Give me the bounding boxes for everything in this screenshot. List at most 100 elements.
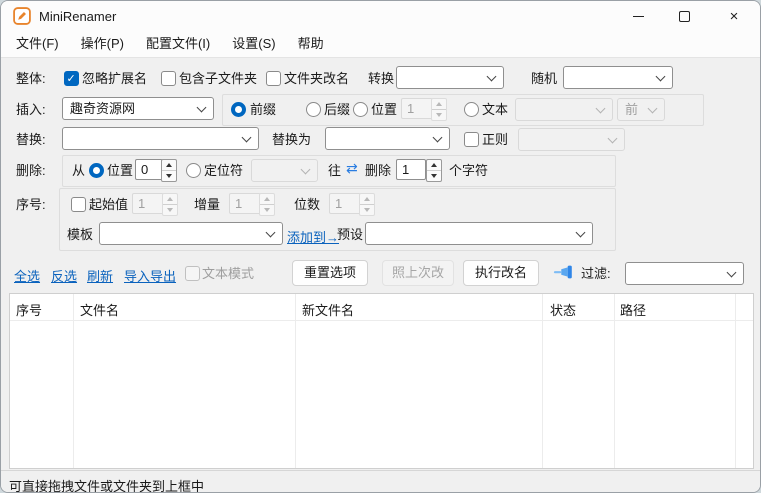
remove-anchor-radio[interactable] [186, 163, 201, 178]
maximize-button[interactable] [661, 1, 707, 31]
insert-side-combobox[interactable]: 前 [617, 98, 665, 121]
chevron-down-icon [648, 104, 658, 114]
suffix-radio[interactable] [306, 102, 321, 117]
column-header-index[interactable]: 序号 [16, 300, 42, 319]
spin-down-icon[interactable] [432, 110, 446, 120]
insert-position-input[interactable]: 1 [401, 98, 433, 119]
minimize-button[interactable] [615, 1, 661, 31]
statusbar: 可直接拖拽文件或文件夹到上框中 [1, 470, 760, 493]
column-header-path[interactable]: 路径 [620, 300, 646, 319]
insert-text-anchor-label: 文本 [482, 102, 508, 117]
insert-text-value: 趣奇资源网 [70, 101, 135, 116]
remove-count-spinner[interactable] [426, 159, 442, 182]
insert-position-radio[interactable] [353, 102, 368, 117]
suffix-label: 后缀 [324, 102, 350, 117]
increment-input[interactable]: 1 [229, 193, 261, 214]
reset-options-button[interactable]: 重置选项 [292, 260, 368, 286]
random-combobox[interactable] [563, 66, 673, 89]
maximize-icon [679, 11, 690, 22]
digits-spinner[interactable] [359, 193, 375, 216]
column-header-filename[interactable]: 文件名 [80, 300, 119, 319]
start-value-label: 起始值 [89, 197, 128, 212]
ignore-extension-checkbox[interactable] [64, 71, 79, 86]
spin-up-icon[interactable] [432, 99, 446, 110]
template-combobox[interactable] [99, 222, 283, 245]
serial-row-label: 序号: [16, 197, 46, 212]
remove-position-label: 位置 [107, 163, 133, 178]
include-subfolders-checkbox[interactable] [161, 71, 176, 86]
table-body-drop-area[interactable] [10, 321, 753, 468]
close-button[interactable]: × [707, 1, 761, 31]
replace-with-label: 替换为 [272, 132, 311, 147]
insert-position-spinner[interactable] [431, 98, 447, 121]
refresh-link[interactable]: 刷新 [87, 266, 113, 285]
insert-row-label: 插入: [16, 102, 46, 117]
regex-checkbox[interactable] [464, 132, 479, 147]
column-header-newname[interactable]: 新文件名 [302, 300, 354, 319]
convert-combobox[interactable] [396, 66, 504, 89]
random-label: 随机 [531, 71, 557, 86]
start-value-spinner[interactable] [162, 193, 178, 216]
import-export-link[interactable]: 导入导出 [124, 266, 176, 285]
digits-input[interactable]: 1 [329, 193, 361, 214]
remove-position-radio[interactable] [89, 163, 104, 178]
rename-folders-label: 文件夹改名 [284, 71, 349, 86]
filter-combobox[interactable] [625, 262, 744, 285]
column-header-status[interactable]: 状态 [550, 300, 576, 319]
remove-from-label: 从 [72, 163, 85, 178]
remove-chars-label: 个字符 [449, 163, 488, 178]
execute-rename-button[interactable]: 执行改名 [463, 260, 539, 286]
remove-position-spinner[interactable] [161, 159, 177, 182]
rename-folders-checkbox[interactable] [266, 71, 281, 86]
prefix-radio[interactable] [231, 102, 246, 117]
spin-down-icon[interactable] [360, 205, 374, 215]
invert-selection-link[interactable]: 反选 [51, 266, 77, 285]
spin-up-icon[interactable] [162, 160, 176, 171]
insert-anchor-combobox[interactable] [515, 98, 613, 121]
insert-text-combobox[interactable]: 趣奇资源网 [62, 97, 214, 120]
text-mode-label: 文本模式 [202, 266, 254, 281]
menu-help[interactable]: 帮助 [287, 31, 335, 57]
select-all-link[interactable]: 全选 [14, 266, 40, 285]
spin-up-icon[interactable] [260, 194, 274, 205]
spin-down-icon[interactable] [427, 171, 441, 181]
remove-anchor-combobox[interactable] [251, 159, 318, 182]
menu-file[interactable]: 文件(F) [5, 31, 70, 57]
increment-spinner[interactable] [259, 193, 275, 216]
direction-swap-icon[interactable]: ⇄ [346, 162, 358, 176]
menu-settings[interactable]: 设置(S) [221, 31, 286, 57]
spin-up-icon[interactable] [427, 160, 441, 171]
start-value-checkbox[interactable] [71, 197, 86, 212]
ignore-extension-label: 忽略扩展名 [82, 71, 147, 86]
spin-up-icon[interactable] [360, 194, 374, 205]
spin-down-icon[interactable] [162, 171, 176, 181]
chevron-down-icon [576, 228, 586, 238]
remove-anchor-label: 定位符 [204, 163, 243, 178]
replace-row-label: 替换: [16, 132, 46, 147]
titlebar: MiniRenamer × [1, 1, 760, 31]
app-window: MiniRenamer × 文件(F) 操作(P) 配置文件(I) 设置(S) … [0, 0, 761, 493]
replace-find-combobox[interactable] [62, 127, 259, 150]
digits-label: 位数 [294, 197, 320, 212]
remove-position-input[interactable]: 0 [135, 159, 163, 180]
menubar: 文件(F) 操作(P) 配置文件(I) 设置(S) 帮助 [5, 31, 758, 57]
pin-icon[interactable] [553, 264, 575, 282]
spin-down-icon[interactable] [163, 205, 177, 215]
chevron-down-icon [608, 134, 618, 144]
text-mode-checkbox[interactable] [185, 266, 200, 281]
replace-extra-combobox[interactable] [518, 128, 625, 151]
add-to-link[interactable]: 添加到→ [287, 227, 339, 246]
minimize-icon [633, 16, 644, 17]
spin-up-icon[interactable] [163, 194, 177, 205]
spin-down-icon[interactable] [260, 205, 274, 215]
remove-count-input[interactable]: 1 [396, 159, 426, 180]
menu-operate[interactable]: 操作(P) [70, 31, 135, 57]
file-table[interactable]: 序号 文件名 新文件名 状态 路径 [9, 293, 754, 469]
insert-text-anchor-radio[interactable] [464, 102, 479, 117]
menu-profile[interactable]: 配置文件(I) [135, 31, 221, 57]
start-value-input[interactable]: 1 [132, 193, 164, 214]
replace-with-combobox[interactable] [325, 127, 450, 150]
preset-combobox[interactable] [365, 222, 593, 245]
increment-label: 增量 [194, 197, 220, 212]
redo-last-button[interactable]: 照上次改 [382, 260, 454, 286]
